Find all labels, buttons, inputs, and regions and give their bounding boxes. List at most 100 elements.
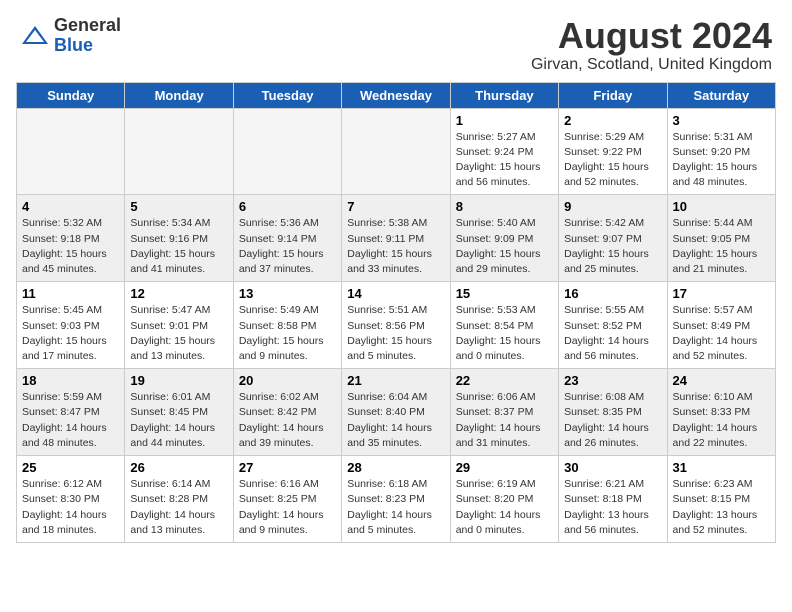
table-row: 6 Sunrise: 5:36 AMSunset: 9:14 PMDaylight…: [233, 195, 341, 282]
table-row: 17Sunrise: 5:57 AMSunset: 8:49 PMDayligh…: [667, 282, 775, 369]
day-number: 18: [22, 373, 119, 388]
day-info: Sunrise: 6:12 AMSunset: 8:30 PMDaylight:…: [22, 477, 119, 538]
table-row: 24 Sunrise: 6:10 AMSunset: 8:33 PMDayligh…: [667, 369, 775, 456]
day-info: Sunrise: 6:19 AMSunset: 8:20 PMDaylight:…: [456, 477, 553, 538]
logo-general-text: General: [54, 16, 121, 36]
day-info: Sunrise: 5:44 AMSunset: 9:05 PMDaylight:…: [673, 216, 770, 277]
table-row: 23 Sunrise: 6:08 AMSunset: 8:35 PMDayligh…: [559, 369, 667, 456]
table-row: 4Sunrise: 5:32 AMSunset: 9:18 PMDaylight…: [17, 195, 125, 282]
day-info: Sunrise: 5:34 AMSunset: 9:16 PMDaylight:…: [130, 216, 227, 277]
header-saturday: Saturday: [667, 82, 775, 108]
day-number: 7: [347, 199, 444, 214]
logo-icon: [20, 24, 50, 48]
table-row: 31 Sunrise: 6:23 AMSunset: 8:15 PMDayligh…: [667, 456, 775, 543]
table-row: 16 Sunrise: 5:55 AMSunset: 8:52 PMDayligh…: [559, 282, 667, 369]
day-info: Sunrise: 6:02 AMSunset: 8:42 PMDaylight:…: [239, 390, 336, 451]
day-number: 12: [130, 286, 227, 301]
day-number: 24: [673, 373, 770, 388]
table-row: 18Sunrise: 5:59 AMSunset: 8:47 PMDayligh…: [17, 369, 125, 456]
header-monday: Monday: [125, 82, 233, 108]
day-number: 6: [239, 199, 336, 214]
day-number: 28: [347, 460, 444, 475]
day-number: 27: [239, 460, 336, 475]
calendar-week-row: 1 Sunrise: 5:27 AMSunset: 9:24 PMDaylight…: [17, 108, 776, 195]
calendar-week-row: 4Sunrise: 5:32 AMSunset: 9:18 PMDaylight…: [17, 195, 776, 282]
day-number: 21: [347, 373, 444, 388]
day-number: 16: [564, 286, 661, 301]
day-info: Sunrise: 6:14 AMSunset: 8:28 PMDaylight:…: [130, 477, 227, 538]
day-number: 3: [673, 113, 770, 128]
day-info: Sunrise: 5:55 AMSunset: 8:52 PMDaylight:…: [564, 303, 661, 364]
day-number: 30: [564, 460, 661, 475]
day-info: Sunrise: 5:32 AMSunset: 9:18 PMDaylight:…: [22, 216, 119, 277]
calendar-table: Sunday Monday Tuesday Wednesday Thursday…: [16, 82, 776, 543]
day-number: 5: [130, 199, 227, 214]
day-info: Sunrise: 5:31 AMSunset: 9:20 PMDaylight:…: [673, 130, 770, 191]
table-row: 5 Sunrise: 5:34 AMSunset: 9:16 PMDaylight…: [125, 195, 233, 282]
calendar-week-row: 18Sunrise: 5:59 AMSunset: 8:47 PMDayligh…: [17, 369, 776, 456]
day-info: Sunrise: 5:27 AMSunset: 9:24 PMDaylight:…: [456, 130, 553, 191]
table-row: [342, 108, 450, 195]
page-header: General Blue August 2024 Girvan, Scotlan…: [0, 0, 792, 82]
table-row: [17, 108, 125, 195]
header-tuesday: Tuesday: [233, 82, 341, 108]
table-row: 20 Sunrise: 6:02 AMSunset: 8:42 PMDayligh…: [233, 369, 341, 456]
table-row: 27 Sunrise: 6:16 AMSunset: 8:25 PMDayligh…: [233, 456, 341, 543]
calendar-subtitle: Girvan, Scotland, United Kingdom: [531, 56, 772, 74]
header-friday: Friday: [559, 82, 667, 108]
title-section: August 2024 Girvan, Scotland, United Kin…: [531, 16, 772, 74]
logo-blue-text: Blue: [54, 36, 121, 56]
day-info: Sunrise: 5:53 AMSunset: 8:54 PMDaylight:…: [456, 303, 553, 364]
day-number: 14: [347, 286, 444, 301]
day-info: Sunrise: 5:51 AMSunset: 8:56 PMDaylight:…: [347, 303, 444, 364]
calendar-wrapper: Sunday Monday Tuesday Wednesday Thursday…: [0, 82, 792, 551]
day-info: Sunrise: 5:57 AMSunset: 8:49 PMDaylight:…: [673, 303, 770, 364]
day-info: Sunrise: 6:23 AMSunset: 8:15 PMDaylight:…: [673, 477, 770, 538]
day-number: 31: [673, 460, 770, 475]
table-row: 10 Sunrise: 5:44 AMSunset: 9:05 PMDayligh…: [667, 195, 775, 282]
day-number: 19: [130, 373, 227, 388]
day-info: Sunrise: 6:10 AMSunset: 8:33 PMDaylight:…: [673, 390, 770, 451]
day-info: Sunrise: 6:04 AMSunset: 8:40 PMDaylight:…: [347, 390, 444, 451]
header-thursday: Thursday: [450, 82, 558, 108]
day-number: 8: [456, 199, 553, 214]
header-wednesday: Wednesday: [342, 82, 450, 108]
logo: General Blue: [20, 16, 121, 56]
table-row: 22Sunrise: 6:06 AMSunset: 8:37 PMDayligh…: [450, 369, 558, 456]
day-info: Sunrise: 5:45 AMSunset: 9:03 PMDaylight:…: [22, 303, 119, 364]
day-number: 10: [673, 199, 770, 214]
table-row: 14 Sunrise: 5:51 AMSunset: 8:56 PMDayligh…: [342, 282, 450, 369]
table-row: 26Sunrise: 6:14 AMSunset: 8:28 PMDayligh…: [125, 456, 233, 543]
day-info: Sunrise: 5:40 AMSunset: 9:09 PMDaylight:…: [456, 216, 553, 277]
day-info: Sunrise: 6:06 AMSunset: 8:37 PMDaylight:…: [456, 390, 553, 451]
day-number: 25: [22, 460, 119, 475]
day-number: 11: [22, 286, 119, 301]
day-info: Sunrise: 5:36 AMSunset: 9:14 PMDaylight:…: [239, 216, 336, 277]
day-number: 23: [564, 373, 661, 388]
header-sunday: Sunday: [17, 82, 125, 108]
table-row: 11 Sunrise: 5:45 AMSunset: 9:03 PMDayligh…: [17, 282, 125, 369]
table-row: [125, 108, 233, 195]
calendar-week-row: 11 Sunrise: 5:45 AMSunset: 9:03 PMDayligh…: [17, 282, 776, 369]
day-info: Sunrise: 5:29 AMSunset: 9:22 PMDaylight:…: [564, 130, 661, 191]
table-row: 21 Sunrise: 6:04 AMSunset: 8:40 PMDayligh…: [342, 369, 450, 456]
table-row: 28Sunrise: 6:18 AMSunset: 8:23 PMDayligh…: [342, 456, 450, 543]
table-row: 3 Sunrise: 5:31 AMSunset: 9:20 PMDaylight…: [667, 108, 775, 195]
day-info: Sunrise: 5:42 AMSunset: 9:07 PMDaylight:…: [564, 216, 661, 277]
day-info: Sunrise: 6:16 AMSunset: 8:25 PMDaylight:…: [239, 477, 336, 538]
table-row: 29 Sunrise: 6:19 AMSunset: 8:20 PMDayligh…: [450, 456, 558, 543]
day-info: Sunrise: 6:08 AMSunset: 8:35 PMDaylight:…: [564, 390, 661, 451]
day-number: 2: [564, 113, 661, 128]
table-row: 9Sunrise: 5:42 AMSunset: 9:07 PMDaylight…: [559, 195, 667, 282]
table-row: 7Sunrise: 5:38 AMSunset: 9:11 PMDaylight…: [342, 195, 450, 282]
table-row: 1 Sunrise: 5:27 AMSunset: 9:24 PMDaylight…: [450, 108, 558, 195]
table-row: 19Sunrise: 6:01 AMSunset: 8:45 PMDayligh…: [125, 369, 233, 456]
table-row: 12Sunrise: 5:47 AMSunset: 9:01 PMDayligh…: [125, 282, 233, 369]
table-row: 13Sunrise: 5:49 AMSunset: 8:58 PMDayligh…: [233, 282, 341, 369]
calendar-title: August 2024: [531, 16, 772, 56]
day-number: 29: [456, 460, 553, 475]
day-number: 13: [239, 286, 336, 301]
day-number: 1: [456, 113, 553, 128]
table-row: 15Sunrise: 5:53 AMSunset: 8:54 PMDayligh…: [450, 282, 558, 369]
day-number: 20: [239, 373, 336, 388]
